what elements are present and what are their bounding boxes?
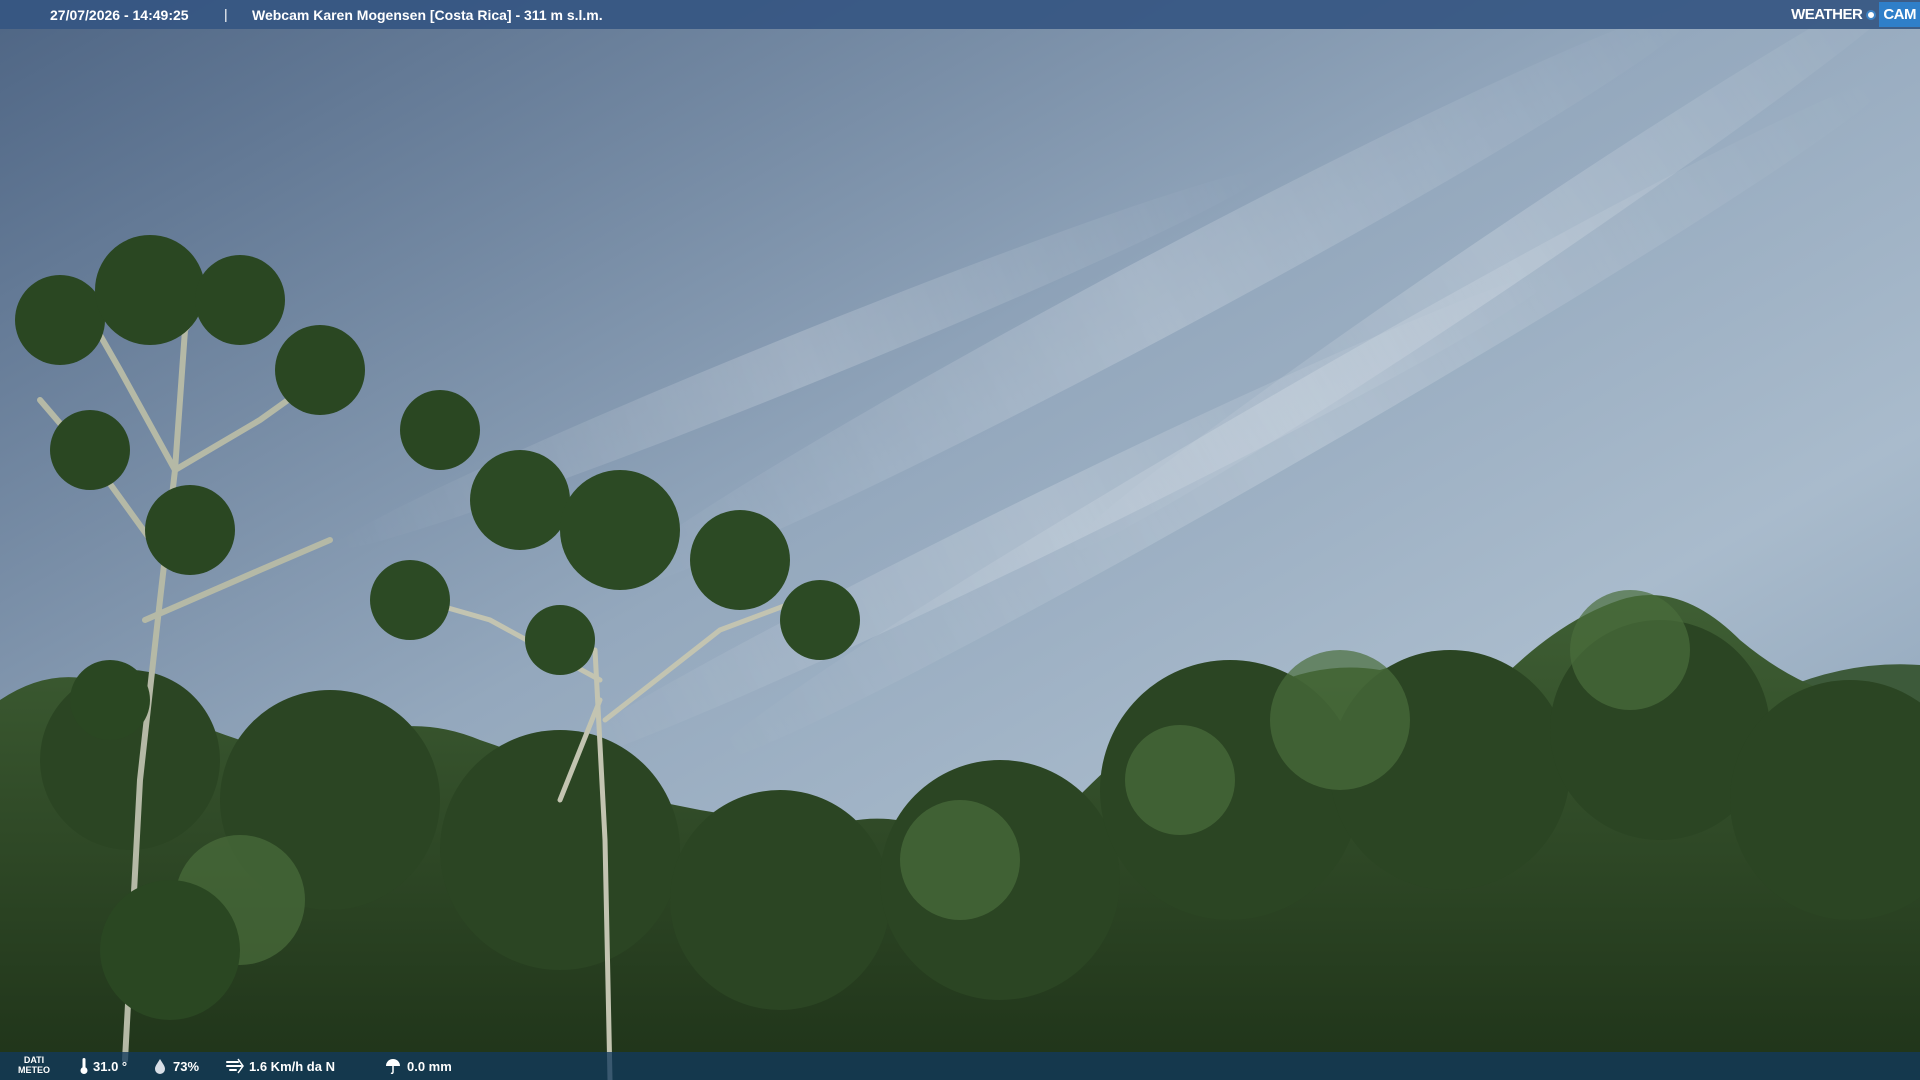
logo-dot-icon bbox=[1866, 9, 1877, 20]
rain-icon bbox=[384, 1058, 402, 1074]
logo-weather-text: WEATHER bbox=[1791, 6, 1863, 23]
logo-cam-text: CAM bbox=[1879, 2, 1920, 27]
wind-icon bbox=[226, 1058, 244, 1074]
header-separator: | bbox=[224, 6, 228, 22]
temperature-value: 31.0 ° bbox=[93, 1058, 128, 1074]
dati-label: DATI bbox=[23, 1055, 45, 1065]
wind-value: 1.6 Km/h da N bbox=[249, 1058, 335, 1074]
webcam-header-bar: 27/07/2026 - 14:49:25 | Webcam Karen Mog… bbox=[0, 0, 1920, 29]
meteo-label: METEO bbox=[18, 1065, 51, 1075]
temperature-metric: 31.0 ° bbox=[80, 1058, 127, 1074]
rain-metric: 0.0 mm bbox=[384, 1058, 452, 1074]
thermometer-icon bbox=[80, 1058, 88, 1074]
webcam-title: Webcam Karen Mogensen [Costa Rica] - 311… bbox=[252, 7, 603, 23]
weathercam-logo[interactable]: WEATHER CAM bbox=[1791, 0, 1920, 29]
timestamp: 27/07/2026 - 14:49:25 bbox=[50, 7, 189, 23]
humidity-drop-icon bbox=[152, 1058, 168, 1074]
humidity-metric: 73% bbox=[152, 1058, 199, 1074]
rain-value: 0.0 mm bbox=[407, 1058, 452, 1074]
webcam-image bbox=[0, 0, 1920, 1080]
weather-data-bar: DATI METEO 31.0 ° 73% 1.6 Km/h da N 0.0 … bbox=[0, 1052, 1920, 1080]
dati-meteo-label: DATI METEO bbox=[18, 1055, 50, 1075]
humidity-value: 73% bbox=[173, 1058, 200, 1074]
wind-metric: 1.6 Km/h da N bbox=[226, 1058, 335, 1074]
